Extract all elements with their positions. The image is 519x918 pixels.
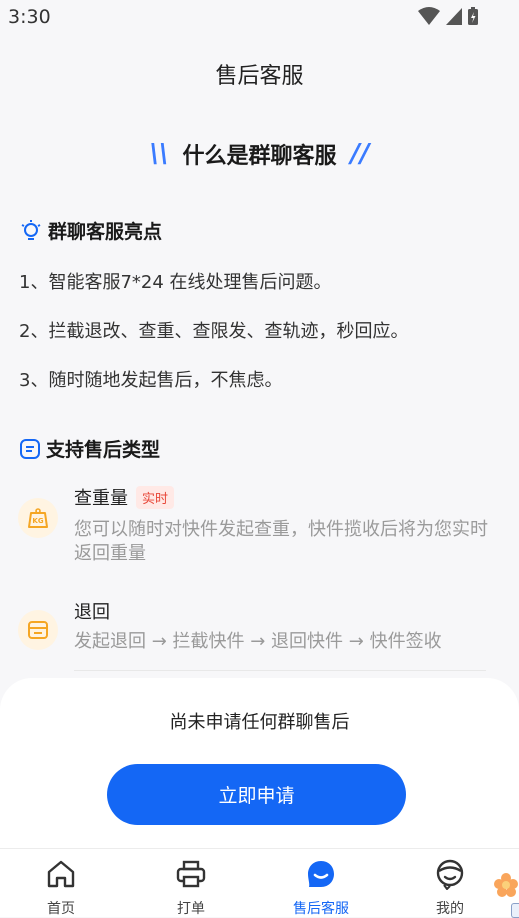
divider — [74, 670, 486, 671]
types-heading: 支持售后类型 — [20, 435, 160, 462]
tab-home[interactable]: 首页 — [16, 849, 106, 917]
tab-label: 售后客服 — [293, 901, 349, 917]
floating-flower-icon[interactable] — [494, 872, 519, 902]
return-box-icon — [18, 610, 58, 650]
highlight-item: 2、拦截退改、查重、查限发、查轨迹，秒回应。 — [19, 321, 409, 342]
status-time: 3:30 — [8, 6, 51, 28]
type-desc: 发起退回 → 拦截快件 → 退回快件 → 快件签收 — [74, 631, 442, 652]
kg-scale-icon: KG — [18, 498, 58, 538]
printer-icon — [176, 860, 206, 888]
tab-label: 打单 — [177, 901, 205, 917]
tab-label: 我的 — [436, 901, 464, 917]
quote-left-icon: \\ — [149, 139, 169, 169]
profile-icon — [436, 859, 464, 890]
empty-status-text: 尚未申请任何群聊售后 — [169, 712, 350, 733]
battery-icon — [468, 7, 478, 25]
tab-profile[interactable]: 我的 — [405, 849, 495, 917]
intro-heading: \\ 什么是群聊客服 // — [0, 138, 519, 170]
tab-print[interactable]: 打单 — [146, 849, 236, 917]
apply-button[interactable]: 立即申请 — [107, 764, 406, 825]
wifi-icon — [418, 7, 440, 25]
apply-sheet: 尚未申请任何群聊售后 立即申请 — [0, 678, 519, 848]
highlight-item: 1、智能客服7*24 在线处理售后问题。 — [19, 272, 332, 293]
tab-service[interactable]: 售后客服 — [276, 849, 366, 917]
highlight-item: 3、随时随地发起售后，不焦虑。 — [19, 370, 283, 391]
type-title-text: 查重量 — [74, 488, 128, 509]
service-list-icon — [20, 438, 40, 459]
page-title: 售后客服 — [215, 64, 304, 89]
lightbulb-icon — [21, 219, 41, 240]
status-icons — [417, 5, 479, 27]
highlights-title: 群聊客服亮点 — [48, 221, 163, 243]
status-bar: 3:30 — [0, 0, 519, 34]
quote-right-icon: // — [350, 139, 370, 169]
type-desc: 您可以随时对快件发起查重，快件揽收后将为您实时返回重量 — [74, 519, 488, 564]
types-title: 支持售后类型 — [46, 439, 161, 461]
service-chat-icon — [308, 861, 334, 887]
highlights-heading: 群聊客服亮点 — [20, 217, 162, 244]
type-title: 查重量 实时 — [74, 484, 175, 510]
home-icon — [47, 860, 75, 888]
type-title: 退回 — [74, 598, 110, 624]
signal-icon — [446, 8, 462, 25]
tab-label: 首页 — [47, 901, 75, 917]
bottom-tabbar: 首页 打单 售后客服 我的 — [0, 848, 519, 917]
type-item-weight[interactable]: KG 查重量 实时 您可以随时对快件发起查重，快件揽收后将为您实时返回重量 — [18, 482, 498, 572]
type-title-text: 退回 — [74, 602, 110, 623]
realtime-badge: 实时 — [136, 485, 175, 509]
type-item-return[interactable]: 退回 发起退回 → 拦截快件 → 退回快件 → 快件签收 — [18, 598, 498, 664]
intro-heading-text: 什么是群聊客服 — [182, 144, 337, 169]
svg-text:KG: KG — [32, 517, 43, 525]
